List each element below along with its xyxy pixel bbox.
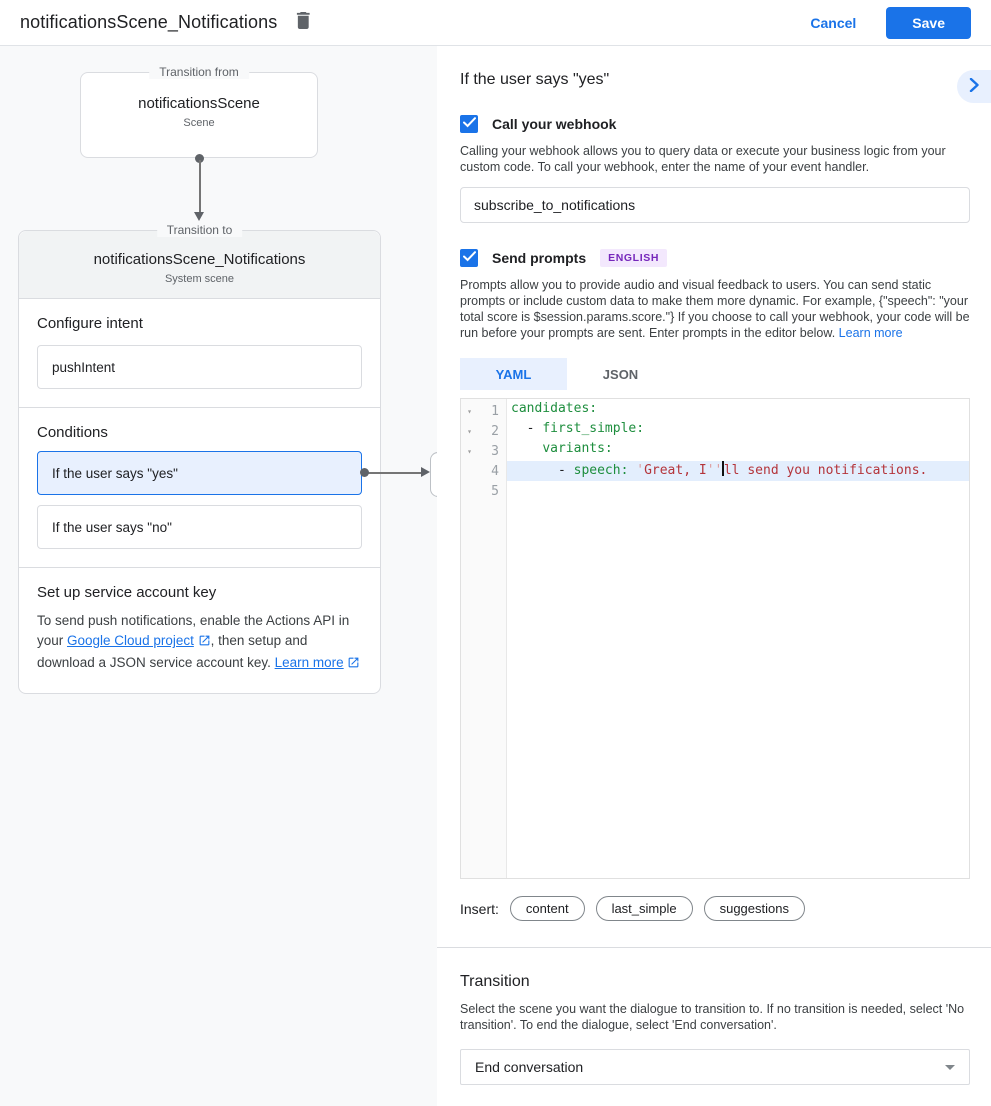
editor-gutter-row[interactable]: ▾3 — [461, 441, 506, 461]
condition-detail-panel: If the user says "yes" Call your webhook… — [437, 46, 991, 1106]
configure-intent-section: Configure intent pushIntent — [19, 299, 380, 407]
code-line[interactable]: - first_simple: — [507, 421, 969, 441]
webhook-check-row: Call your webhook — [460, 115, 970, 133]
prompts-check-row: Send prompts ENGLISH — [460, 249, 970, 267]
editor-gutter: ▾1▾2▾345 — [461, 399, 507, 878]
fold-arrow-icon[interactable]: ▾ — [461, 427, 478, 436]
transition-from-node[interactable]: Transition from notificationsScene Scene — [80, 72, 318, 158]
chevron-right-icon — [969, 78, 980, 95]
insert-row: Insert: content last_simple suggestions — [460, 896, 970, 921]
call-webhook-label: Call your webhook — [492, 116, 616, 132]
code-line[interactable]: - speech: 'Great, I''ll send you notific… — [507, 461, 969, 481]
editor-tabs: YAML JSON — [460, 358, 970, 390]
configure-intent-heading: Configure intent — [37, 315, 362, 332]
conditions-section: Conditions If the user says "yes" If the… — [19, 407, 380, 567]
transition-select[interactable]: End conversation — [460, 1049, 970, 1085]
transition-from-legend: Transition from — [149, 65, 249, 79]
cancel-button[interactable]: Cancel — [810, 15, 856, 31]
to-scene-header: notificationsScene_Notifications System … — [19, 231, 380, 299]
condition-item-no[interactable]: If the user says "no" — [37, 505, 362, 549]
transition-description: Select the scene you want the dialogue t… — [460, 1001, 970, 1033]
language-badge: ENGLISH — [600, 249, 667, 267]
page-title: notificationsScene_Notifications — [20, 12, 277, 33]
code-line[interactable]: variants: — [507, 441, 969, 461]
top-bar: notificationsScene_Notifications Cancel … — [0, 0, 991, 46]
tab-yaml[interactable]: YAML — [460, 358, 567, 390]
transition-select-value: End conversation — [475, 1059, 583, 1075]
intent-item[interactable]: pushIntent — [37, 345, 362, 389]
code-line[interactable]: candidates: — [507, 401, 969, 421]
external-link-icon — [198, 633, 211, 653]
editor-gutter-row[interactable]: ▾1 — [461, 401, 506, 421]
delete-scene-button[interactable] — [295, 11, 312, 35]
condition-connector-arrowhead — [421, 467, 430, 477]
condition-item-yes[interactable]: If the user says "yes" — [37, 451, 362, 495]
prompts-description: Prompts allow you to provide audio and v… — [460, 277, 970, 341]
learn-more-link[interactable]: Learn more — [275, 655, 344, 670]
tab-json[interactable]: JSON — [567, 358, 674, 390]
arrow-stem — [199, 160, 201, 214]
to-scene-type: System scene — [29, 273, 370, 285]
editor-gutter-row[interactable]: 4 — [461, 461, 506, 481]
conditions-heading: Conditions — [37, 424, 362, 441]
transition-to-legend: Transition to — [157, 223, 243, 237]
condition-connector-line — [367, 472, 422, 474]
editor-gutter-row[interactable]: 5 — [461, 481, 506, 501]
insert-label: Insert: — [460, 901, 499, 917]
service-account-heading: Set up service account key — [37, 584, 362, 601]
prompts-learn-more-link[interactable]: Learn more — [839, 326, 903, 340]
external-link-icon — [347, 655, 360, 675]
checkmark-icon — [463, 249, 476, 267]
insert-chip-content[interactable]: content — [510, 896, 585, 921]
line-number: 2 — [478, 424, 506, 439]
from-scene-name: notificationsScene — [81, 95, 317, 112]
line-number: 1 — [478, 404, 506, 419]
to-scene-name: notificationsScene_Notifications — [29, 251, 370, 268]
service-account-text: To send push notifications, enable the A… — [37, 611, 362, 675]
editor-code[interactable]: candidates: - first_simple: variants: - … — [507, 399, 969, 878]
from-scene-type: Scene — [81, 117, 317, 129]
dropdown-caret-icon — [945, 1065, 955, 1070]
fold-arrow-icon[interactable]: ▾ — [461, 407, 478, 416]
condition-target-node-partial — [430, 452, 437, 497]
checkmark-icon — [463, 115, 476, 133]
fold-arrow-icon[interactable]: ▾ — [461, 447, 478, 456]
send-prompts-label: Send prompts — [492, 250, 586, 266]
collapse-panel-button[interactable] — [957, 70, 991, 103]
section-divider — [437, 947, 991, 948]
webhook-handler-input[interactable] — [460, 187, 970, 223]
code-line[interactable] — [507, 481, 969, 501]
transition-heading: Transition — [460, 973, 970, 991]
arrow-head — [194, 212, 204, 221]
insert-chip-last-simple[interactable]: last_simple — [596, 896, 693, 921]
prompt-code-editor[interactable]: ▾1▾2▾345 candidates: - first_simple: var… — [460, 398, 970, 879]
scene-diagram-panel: Transition from notificationsScene Scene… — [0, 46, 437, 1106]
service-account-section: Set up service account key To send push … — [19, 567, 380, 693]
line-number: 5 — [478, 484, 506, 499]
call-webhook-checkbox[interactable] — [460, 115, 478, 133]
line-number: 4 — [478, 464, 506, 479]
editor-gutter-row[interactable]: ▾2 — [461, 421, 506, 441]
condition-detail-heading: If the user says "yes" — [460, 71, 970, 89]
send-prompts-checkbox[interactable] — [460, 249, 478, 267]
insert-chip-suggestions[interactable]: suggestions — [704, 896, 805, 921]
condition-connector-dot — [360, 468, 369, 477]
google-cloud-project-link[interactable]: Google Cloud project — [67, 633, 194, 648]
webhook-description: Calling your webhook allows you to query… — [460, 143, 970, 175]
line-number: 3 — [478, 444, 506, 459]
trash-icon — [295, 11, 312, 35]
save-button[interactable]: Save — [886, 7, 971, 39]
main-content: Transition from notificationsScene Scene… — [0, 46, 991, 1106]
transition-to-card: Transition to notificationsScene_Notific… — [18, 230, 381, 694]
transition-arrow — [194, 154, 205, 224]
